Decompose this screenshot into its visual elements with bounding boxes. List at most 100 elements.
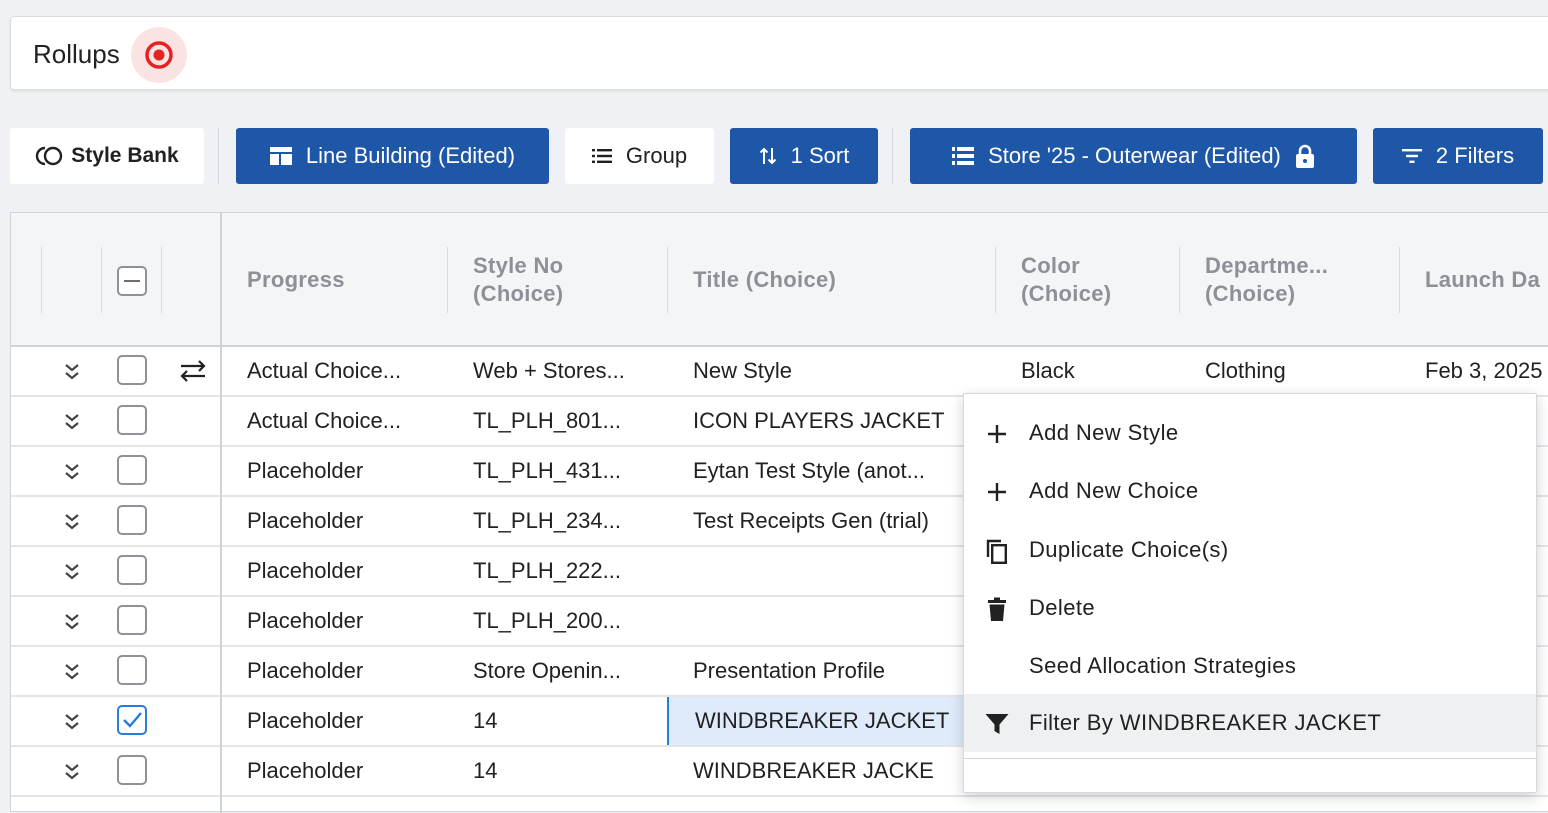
cell-title[interactable] bbox=[667, 597, 995, 645]
expand-chevron-icon[interactable] bbox=[61, 611, 83, 633]
cell-text: 14 bbox=[473, 708, 498, 733]
menu-item-add-new-style[interactable]: Add New Style bbox=[964, 404, 1536, 462]
grid-header: Progress Style No (Choice) Title (Choice)… bbox=[11, 213, 1548, 347]
expand-chevron-icon[interactable] bbox=[61, 461, 83, 483]
swap-arrows-icon[interactable] bbox=[179, 359, 207, 383]
expand-chevron-icon[interactable] bbox=[61, 411, 83, 433]
cell-text: Eytan Test Style (anot... bbox=[693, 458, 925, 483]
cell-style-no[interactable]: TL_PLH_234... bbox=[473, 497, 659, 545]
column-header-launch-date[interactable]: Launch Da bbox=[1425, 213, 1540, 347]
view-selector-button[interactable]: Store '25 - Outerwear (Edited) bbox=[910, 128, 1357, 184]
cell-progress[interactable]: Actual Choice... bbox=[247, 347, 447, 395]
cell-text: New Style bbox=[693, 358, 793, 383]
cell-department[interactable]: Clothing bbox=[1205, 347, 1399, 395]
checkmark-icon bbox=[123, 712, 142, 728]
filters-button[interactable]: 2 Filters bbox=[1373, 128, 1543, 184]
table-row[interactable]: Actual Choice... Web + Stores... New Style… bbox=[11, 347, 1548, 397]
row-checkbox[interactable] bbox=[117, 355, 147, 385]
row-checkbox[interactable] bbox=[117, 455, 147, 485]
cell-progress[interactable]: Placeholder bbox=[247, 747, 447, 795]
column-header-label: Launch Da bbox=[1425, 267, 1541, 292]
cell-text: Clothing bbox=[1205, 358, 1286, 383]
cell-title[interactable]: Test Receipts Gen (trial) bbox=[667, 497, 995, 545]
row-checkbox[interactable] bbox=[117, 655, 147, 685]
expand-chevron-icon[interactable] bbox=[61, 361, 83, 383]
sort-arrows-icon bbox=[759, 147, 776, 165]
cell-title[interactable]: ICON PLAYERS JACKET bbox=[667, 397, 995, 445]
expand-chevron-icon[interactable] bbox=[61, 661, 83, 683]
cell-text: Placeholder bbox=[247, 708, 364, 733]
cell-text: Feb 3, 2025 bbox=[1425, 358, 1543, 383]
plus-icon bbox=[988, 483, 1006, 501]
cell-text: TL_PLH_222... bbox=[473, 558, 621, 583]
header-divider bbox=[101, 247, 102, 313]
cell-launch-date[interactable]: Feb 3, 2025 bbox=[1425, 347, 1548, 395]
column-header-color[interactable]: Color (Choice) bbox=[1021, 213, 1111, 347]
cell-text: Test Receipts Gen (trial) bbox=[693, 508, 929, 533]
group-button[interactable]: Group bbox=[565, 128, 714, 184]
cell-title[interactable]: New Style bbox=[667, 347, 995, 395]
cell-style-no[interactable]: Web + Stores... bbox=[473, 347, 659, 395]
line-building-label: Line Building (Edited) bbox=[305, 143, 516, 168]
column-header-style-no[interactable]: Style No (Choice) bbox=[473, 213, 563, 347]
cell-style-no[interactable]: TL_PLH_200... bbox=[473, 597, 659, 645]
column-header-progress[interactable]: Progress bbox=[247, 213, 345, 347]
expand-chevron-icon[interactable] bbox=[61, 561, 83, 583]
cell-style-no[interactable]: TL_PLH_222... bbox=[473, 547, 659, 595]
cell-progress[interactable]: Actual Choice... bbox=[247, 397, 447, 445]
row-checkbox[interactable] bbox=[117, 505, 147, 535]
filters-label: 2 Filters bbox=[1435, 143, 1515, 168]
cell-color[interactable]: Black bbox=[1021, 347, 1179, 395]
header-divider bbox=[995, 247, 996, 313]
column-header-label: Color (Choice) bbox=[1021, 253, 1112, 306]
menu-item-label: Seed Allocation Strategies bbox=[1029, 653, 1297, 678]
expand-chevron-icon[interactable] bbox=[61, 761, 83, 783]
row-checkbox[interactable] bbox=[117, 755, 147, 785]
row-checkbox[interactable] bbox=[117, 705, 147, 735]
cell-style-no[interactable]: TL_PLH_801... bbox=[473, 397, 659, 445]
menu-item-duplicate-choices[interactable]: Duplicate Choice(s) bbox=[964, 521, 1536, 579]
cell-title[interactable]: WINDBREAKER JACKE bbox=[667, 747, 995, 795]
cell-text: Placeholder bbox=[247, 758, 364, 783]
style-bank-label: Style Bank bbox=[71, 144, 179, 167]
menu-item-delete[interactable]: Delete bbox=[964, 579, 1536, 637]
cell-text: WINDBREAKER JACKET bbox=[695, 708, 950, 733]
cell-progress[interactable]: Placeholder bbox=[247, 547, 447, 595]
row-checkbox[interactable] bbox=[117, 605, 147, 635]
select-all-checkbox[interactable] bbox=[117, 266, 147, 296]
cell-progress[interactable]: Placeholder bbox=[247, 697, 447, 745]
cell-text: Placeholder bbox=[247, 558, 364, 583]
row-checkbox[interactable] bbox=[117, 555, 147, 585]
row-checkbox[interactable] bbox=[117, 405, 147, 435]
cell-progress[interactable]: Placeholder bbox=[247, 447, 447, 495]
expand-chevron-icon[interactable] bbox=[61, 511, 83, 533]
cell-progress[interactable]: Placeholder bbox=[247, 597, 447, 645]
sort-button[interactable]: 1 Sort bbox=[730, 128, 878, 184]
cell-title[interactable] bbox=[667, 547, 995, 595]
cell-title[interactable]: Eytan Test Style (anot... bbox=[667, 447, 995, 495]
cell-style-no[interactable]: Store Openin... bbox=[473, 647, 659, 695]
menu-item-label: Add New Style bbox=[1029, 420, 1179, 445]
view-label: Store '25 - Outerwear (Edited) bbox=[988, 143, 1281, 168]
group-label: Group bbox=[625, 143, 688, 168]
cell-text: Web + Stores... bbox=[473, 358, 625, 383]
menu-item-label: Add New Choice bbox=[1029, 478, 1199, 503]
cell-style-no[interactable]: TL_PLH_431... bbox=[473, 447, 659, 495]
menu-item-seed-allocation-strategies[interactable]: Seed Allocation Strategies bbox=[964, 637, 1536, 695]
cell-progress[interactable]: Placeholder bbox=[247, 497, 447, 545]
line-building-button[interactable]: Line Building (Edited) bbox=[236, 128, 549, 184]
style-bank-button[interactable]: Style Bank bbox=[10, 128, 204, 184]
column-header-department[interactable]: Departme... (Choice) bbox=[1205, 213, 1328, 347]
cell-title[interactable]: Presentation Profile bbox=[667, 647, 995, 695]
column-header-label: Title (Choice) bbox=[693, 267, 837, 292]
expand-chevron-icon[interactable] bbox=[61, 711, 83, 733]
rollups-target-button[interactable] bbox=[131, 27, 187, 83]
cell-title[interactable]: WINDBREAKER JACKET bbox=[667, 697, 995, 745]
cell-style-no[interactable]: 14 bbox=[473, 697, 659, 745]
menu-item-add-new-choice[interactable]: Add New Choice bbox=[964, 462, 1536, 520]
cell-progress[interactable]: Placeholder bbox=[247, 647, 447, 695]
menu-item-filter-by-value[interactable]: Filter By WINDBREAKER JACKET bbox=[964, 694, 1536, 752]
column-header-title[interactable]: Title (Choice) bbox=[693, 213, 836, 347]
cell-style-no[interactable]: 14 bbox=[473, 747, 659, 795]
cell-text: TL_PLH_431... bbox=[473, 458, 621, 483]
